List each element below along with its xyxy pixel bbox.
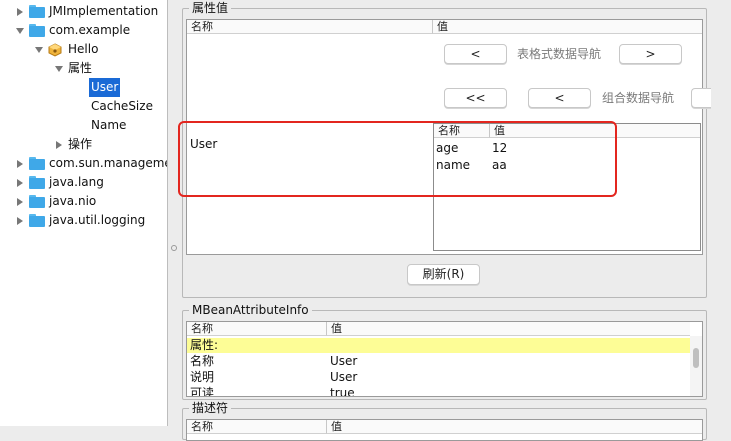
tree-node-java-lang[interactable]: java.lang — [14, 173, 104, 192]
column-header-value[interactable]: 值 — [327, 420, 702, 434]
column-header-name[interactable]: 名称 — [187, 20, 433, 34]
table-row-highlighted[interactable] — [187, 338, 690, 353]
vertical-scrollbar[interactable] — [690, 336, 702, 396]
folder-icon — [29, 214, 45, 227]
expand-arrow-icon[interactable] — [14, 6, 26, 18]
tree-node-user[interactable]: User — [89, 78, 121, 97]
tree-node-hello[interactable]: Hello — [33, 40, 98, 59]
tree-node-label: java.lang — [49, 175, 104, 189]
tree-node-label: com.example — [49, 23, 131, 37]
descriptor-group: 描述符 名称 值 — [182, 401, 707, 441]
tree-node-label: Name — [91, 118, 127, 132]
mbean-tree[interactable]: JMImplementation com.example Hello 属性 Us… — [0, 0, 167, 426]
folder-icon — [29, 5, 45, 18]
expand-arrow-icon[interactable] — [14, 177, 26, 189]
table-cell-name: 名称 — [190, 354, 215, 368]
tree-node-label: com.sun.manageme — [49, 156, 167, 170]
tree-node-label: User — [89, 78, 121, 97]
tree-node-java-util-logging[interactable]: java.util.logging — [14, 211, 145, 230]
table-cell-value: User — [330, 354, 358, 368]
tree-node-label: CacheSize — [91, 99, 153, 113]
attribute-detail-panel: 属性值 名称 值 < 表格式数据导航 > << < 组合数据导航 User 名称… — [177, 0, 731, 441]
collapse-arrow-icon[interactable] — [14, 25, 26, 37]
tree-node-cachesize[interactable]: CacheSize — [91, 97, 153, 116]
column-header-value[interactable]: 值 — [327, 322, 690, 336]
group-title: 属性值 — [189, 1, 232, 15]
group-title: 描述符 — [189, 401, 232, 415]
table-nav-label: 表格式数据导航 — [517, 47, 602, 61]
tree-node-com-sun-management[interactable]: com.sun.manageme — [14, 154, 167, 173]
folder-icon — [29, 24, 45, 37]
mbean-icon — [48, 42, 62, 57]
composite-nav-prev-button[interactable]: < — [528, 88, 591, 108]
table-cell-value: true — [330, 386, 355, 397]
tree-node-com-example[interactable]: com.example — [14, 21, 130, 40]
tree-node-jmimplementation[interactable]: JMImplementation — [14, 2, 158, 21]
expand-arrow-icon[interactable] — [14, 215, 26, 227]
table-cell-value: User — [330, 370, 358, 384]
composite-nav-next-button[interactable] — [691, 88, 711, 108]
table-cell-name: 可读 — [190, 386, 215, 397]
folder-icon — [29, 176, 45, 189]
group-title: MBeanAttributeInfo — [189, 303, 312, 317]
composite-nav-first-button[interactable]: << — [444, 88, 507, 108]
tree-node-label: 属性 — [68, 61, 93, 75]
collapse-arrow-icon[interactable] — [33, 44, 45, 56]
expand-arrow-icon[interactable] — [14, 158, 26, 170]
table-nav-next-button[interactable]: > — [619, 44, 682, 64]
expand-arrow-icon[interactable] — [53, 139, 65, 151]
column-header-value[interactable]: 值 — [433, 20, 702, 34]
tree-node-label: Hello — [68, 42, 99, 56]
mbean-attribute-info-group: MBeanAttributeInfo 名称 值 属性: 名称 User 说明 U… — [182, 303, 707, 400]
table-cell-name: 属性: — [190, 338, 219, 352]
table-cell-name: 说明 — [190, 370, 215, 384]
tree-node-label: java.util.logging — [49, 213, 146, 227]
table-nav-prev-button[interactable]: < — [444, 44, 507, 64]
tree-node-label: 操作 — [68, 137, 93, 151]
folder-icon — [29, 195, 45, 208]
mbean-info-table[interactable]: 名称 值 属性: 名称 User 说明 User 可读 true — [186, 321, 703, 397]
column-header-name[interactable]: 名称 — [187, 420, 327, 434]
tree-node-attributes[interactable]: 属性 — [53, 59, 92, 78]
refresh-button[interactable]: 刷新(R) — [407, 264, 480, 285]
tree-node-label: JMImplementation — [49, 4, 159, 18]
tree-node-name[interactable]: Name — [91, 116, 126, 135]
composite-nav-label: 组合数据导航 — [602, 91, 675, 105]
descriptor-table[interactable]: 名称 值 — [186, 419, 703, 441]
annotation-highlight-box — [178, 121, 617, 197]
tree-node-java-nio[interactable]: java.nio — [14, 192, 96, 211]
tree-node-label: java.nio — [49, 194, 97, 208]
scrollbar-thumb[interactable] — [693, 348, 699, 368]
collapse-arrow-icon[interactable] — [53, 63, 65, 75]
folder-icon — [29, 157, 45, 170]
tree-node-operations[interactable]: 操作 — [53, 135, 92, 154]
column-header-name[interactable]: 名称 — [187, 322, 327, 336]
expand-arrow-icon[interactable] — [14, 196, 26, 208]
